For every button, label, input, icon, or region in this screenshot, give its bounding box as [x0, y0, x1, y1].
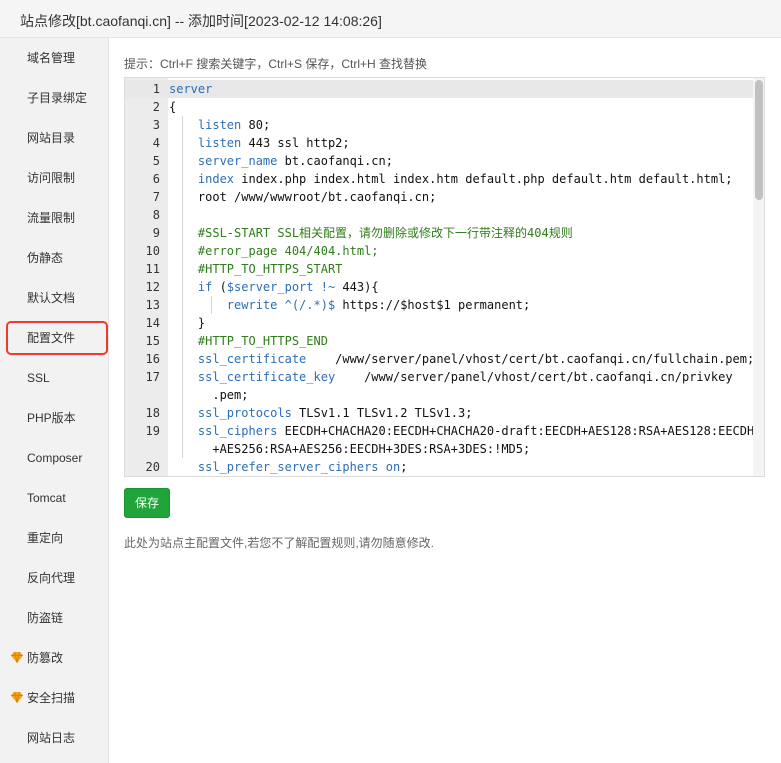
sidebar-item-default-doc[interactable]: 默认文档: [0, 278, 109, 318]
sidebar-item-ssl[interactable]: SSL: [0, 358, 109, 398]
line-number: 4: [152, 136, 160, 150]
code-text: index index.php index.html index.htm def…: [197, 172, 733, 186]
code-text: #SSL-START SSL相关配置，请勿删除或修改下一行带注释的404规则: [197, 226, 573, 240]
sidebar-item-label: 反向代理: [27, 571, 76, 585]
active-line-highlight: [125, 80, 753, 98]
code-text: if ($server_port !~ 443){: [197, 280, 379, 294]
line-number: 8: [152, 208, 160, 222]
code-text: listen 80;: [197, 118, 271, 132]
code-text: ssl_certificate_key /www/server/panel/vh…: [197, 370, 733, 384]
sidebar-item-redirect[interactable]: 重定向: [0, 518, 109, 558]
sidebar-item-label: 重定向: [27, 531, 64, 545]
line-number: 6: [152, 172, 160, 186]
sidebar-item-tamper-proof[interactable]: 防篡改: [0, 638, 109, 678]
sidebar-item-label: 默认文档: [27, 291, 76, 305]
dialog-title: 站点修改[bt.caofanqi.cn] -- 添加时间[2023-02-12 …: [20, 13, 382, 29]
editor-scrollbar[interactable]: [753, 78, 764, 476]
save-button[interactable]: 保存: [124, 488, 170, 518]
line-number: 19: [145, 424, 160, 438]
line-number: 13: [145, 298, 160, 312]
line-number: 18: [145, 406, 160, 420]
sidebar-item-rewrite[interactable]: 伪静态: [0, 238, 109, 278]
line-number: 3: [152, 118, 160, 132]
sidebar-item-php-version[interactable]: PHP版本: [0, 398, 109, 438]
code-text: ssl_prefer_server_ciphers on;: [197, 460, 408, 474]
sidebar-item-label: Composer: [27, 451, 83, 465]
code-text: #HTTP_TO_HTTPS_START: [197, 262, 343, 276]
line-number: 2: [152, 100, 160, 114]
line-number: 16: [145, 352, 160, 366]
code-text: rewrite ^(/.*)$ https://$host$1 permanen…: [226, 298, 531, 312]
code-text: {: [169, 100, 177, 114]
sidebar-item-reverse-proxy[interactable]: 反向代理: [0, 558, 109, 598]
sidebar-item-label: 伪静态: [27, 251, 64, 265]
indent-guide: [211, 296, 212, 314]
sidebar-item-hotlink[interactable]: 防盗链: [0, 598, 109, 638]
line-number: 10: [145, 244, 160, 258]
code-text: listen 443 ssl http2;: [197, 136, 350, 150]
gem-icon: [11, 692, 23, 703]
line-number: 12: [145, 280, 160, 294]
sidebar-item-label: Tomcat: [27, 491, 66, 505]
sidebar-item-label: PHP版本: [27, 411, 76, 425]
dialog-titlebar: 站点修改[bt.caofanqi.cn] -- 添加时间[2023-02-12 …: [0, 0, 781, 38]
code-text: ssl_certificate /www/server/panel/vhost/…: [197, 352, 755, 366]
sidebar-item-site-log[interactable]: 网站日志: [0, 718, 109, 758]
code-text: ssl_protocols TLSv1.1 TLSv1.2 TLSv1.3;: [197, 406, 473, 420]
code-text: root /www/wwwroot/bt.caofanqi.cn;: [169, 190, 437, 204]
config-code-editor[interactable]: 1 server 2 {3 listen 80; 4 listen 443 ssl ht…: [124, 77, 765, 477]
code-text: #error_page 404/404.html;: [197, 244, 379, 258]
indent-guide: [182, 116, 183, 458]
sidebar-item-label: 防篡改: [27, 651, 64, 665]
line-number: 17: [145, 370, 160, 384]
sidebar-item-access-limit[interactable]: 访问限制: [0, 158, 109, 198]
sidebar-item-tomcat[interactable]: Tomcat: [0, 478, 109, 518]
line-number: 14: [145, 316, 160, 330]
sidebar-item-subdir[interactable]: 子目录绑定: [0, 78, 109, 118]
sidebar-item-security-scan[interactable]: 安全扫描: [0, 678, 109, 718]
code-text: +AES256:RSA+AES256:EECDH+3DES:RSA+3DES:!…: [169, 442, 531, 456]
sidebar-item-label: 安全扫描: [27, 691, 76, 705]
sidebar-item-config-file[interactable]: 配置文件: [0, 318, 109, 358]
line-number: 5: [152, 154, 160, 168]
code-text: }: [169, 316, 206, 330]
line-number: 20: [145, 460, 160, 474]
scrollbar-thumb[interactable]: [755, 80, 763, 200]
code-text: #HTTP_TO_HTTPS_END: [197, 334, 328, 348]
line-number: 11: [145, 262, 160, 276]
line-number: 9: [152, 226, 160, 240]
sidebar-item-label: 域名管理: [27, 51, 76, 65]
shortcut-hint: 提示：Ctrl+F 搜索关键字，Ctrl+S 保存，Ctrl+H 查找替换: [124, 57, 428, 71]
sidebar-item-domain[interactable]: 域名管理: [0, 38, 109, 78]
code-text: .pem;: [169, 388, 249, 402]
line-number: 1: [152, 82, 160, 96]
sidebar-item-label: SSL: [27, 371, 50, 385]
sidebar-item-label: 流量限制: [27, 211, 76, 225]
sidebar-item-label: 网站日志: [27, 731, 76, 745]
line-number: 15: [145, 334, 160, 348]
gem-icon: [11, 652, 23, 663]
line-number: 7: [152, 190, 160, 204]
sidebar-item-composer[interactable]: Composer: [0, 438, 109, 478]
config-warning-note: 此处为站点主配置文件,若您不了解配置规则,请勿随意修改.: [124, 536, 435, 550]
sidebar-item-label: 配置文件: [27, 331, 76, 345]
sidebar-item-label: 网站目录: [27, 131, 76, 145]
code-text: server: [169, 82, 213, 96]
sidebar-item-label: 访问限制: [27, 171, 76, 185]
sidebar-item-label: 子目录绑定: [27, 91, 88, 105]
code-text: ssl_ciphers EECDH+CHACHA20:EECDH+CHACHA2…: [197, 424, 755, 438]
code-text: server_name bt.caofanqi.cn;: [197, 154, 393, 168]
sidebar-item-traffic-limit[interactable]: 流量限制: [0, 198, 109, 238]
sidebar-item-label: 防盗链: [27, 611, 64, 625]
sidebar-item-site-dir[interactable]: 网站目录: [0, 118, 109, 158]
sidebar: 域名管理 子目录绑定 网站目录 访问限制 流量限制 伪静态 默认文档 配置文件 …: [0, 38, 109, 763]
